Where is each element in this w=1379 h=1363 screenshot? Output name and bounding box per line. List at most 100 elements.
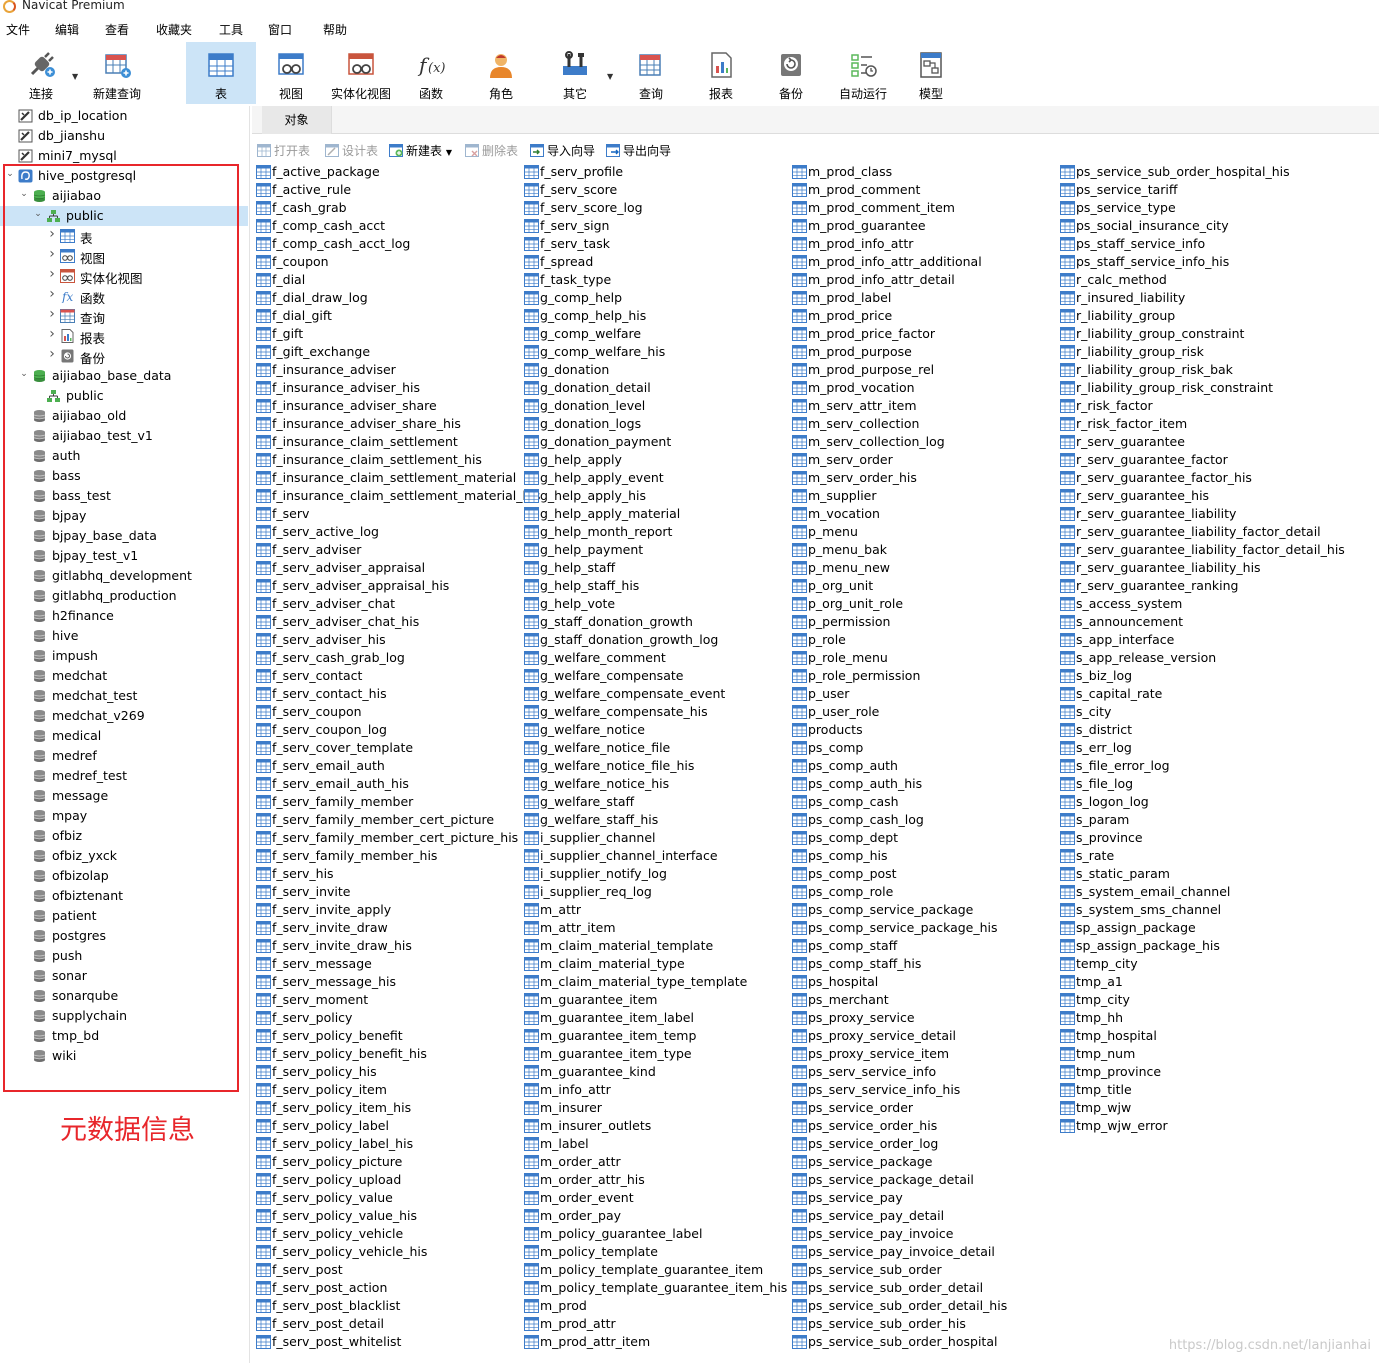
table-name: g_help_staff	[540, 560, 616, 575]
table-icon	[524, 417, 539, 431]
table-name: f_serv_policy_vehicle_his	[272, 1244, 428, 1259]
table-name: ps_service_package	[808, 1154, 933, 1169]
connection-icon	[18, 129, 33, 143]
report-icon	[711, 52, 732, 78]
table-name: r_insured_liability	[1076, 290, 1186, 305]
menu-edit[interactable]: 编辑	[55, 21, 79, 38]
table-icon	[256, 633, 271, 647]
table-name: r_serv_guarantee_liability_factor_detail	[1076, 524, 1321, 539]
tree-item-db_jianshu[interactable]: db_jianshu	[0, 126, 248, 146]
tree-item-label: mini7_mysql	[38, 148, 117, 163]
table-icon	[1060, 273, 1075, 287]
toolbar-function-button[interactable]: f (x) 函数	[402, 42, 460, 104]
menu-favorites[interactable]: 收藏夹	[156, 21, 192, 38]
table-icon	[524, 273, 539, 287]
navicat-logo-icon	[3, 0, 16, 13]
toolbar-table-button[interactable]: 表	[186, 42, 256, 104]
table-name: f_gift_exchange	[272, 344, 371, 359]
table-icon	[256, 471, 271, 485]
table-icon	[256, 219, 271, 233]
table-icon	[792, 561, 807, 575]
table-icon	[256, 957, 271, 971]
tree-item-db_ip_location[interactable]: db_ip_location	[0, 106, 248, 126]
tree-item-mini7_mysql[interactable]: mini7_mysql	[0, 146, 248, 166]
connect-dropdown-arrow-icon[interactable]: ▼	[72, 72, 78, 81]
new-table-label: 新建表	[406, 144, 443, 158]
toolbar-backup-button[interactable]: 备份	[762, 42, 820, 104]
table-name: i_supplier_notify_log	[540, 866, 667, 881]
menu-view[interactable]: 查看	[105, 21, 129, 38]
table-icon	[256, 1083, 271, 1097]
menu-file[interactable]: 文件	[6, 21, 30, 38]
new-query-icon	[105, 54, 131, 78]
table-name: f_serv_adviser_chat	[272, 596, 396, 611]
table-icon	[524, 1191, 539, 1205]
design-table-button[interactable]: 设计表	[325, 142, 378, 159]
table-icon	[792, 597, 807, 611]
others-dropdown-arrow-icon[interactable]: ▼	[607, 72, 613, 81]
table-icon	[256, 543, 271, 557]
toolbar-connect-button[interactable]: 连接	[12, 42, 70, 104]
table-name: m_prod_attr	[540, 1316, 616, 1331]
menu-window[interactable]: 窗口	[268, 21, 292, 38]
table-name: f_serv_his	[272, 866, 334, 881]
table-icon	[792, 399, 807, 413]
toolbar-role-button[interactable]: 角色	[472, 42, 530, 104]
table-icon	[792, 1137, 807, 1151]
table-name: m_prod_info_attr_additional	[808, 254, 982, 269]
toolbar-view-button[interactable]: 视图	[262, 42, 320, 104]
table-icon	[1060, 543, 1075, 557]
toolbar-query-button[interactable]: 查询	[622, 42, 680, 104]
table-icon	[256, 669, 271, 683]
table-icon	[524, 597, 539, 611]
table-name: f_serv_contact	[272, 668, 363, 683]
table-name: f_insurance_adviser_his	[272, 380, 420, 395]
table-icon	[524, 1101, 539, 1115]
table-name: f_serv_invite_apply	[272, 902, 392, 917]
tab-objects[interactable]: 对象	[262, 106, 332, 134]
table-icon	[524, 741, 539, 755]
table-icon	[792, 795, 807, 809]
table-name: p_menu_bak	[808, 542, 887, 557]
open-table-button[interactable]: 打开表	[257, 142, 310, 159]
table-icon	[256, 165, 271, 179]
table-icon	[256, 561, 271, 575]
automation-icon	[851, 54, 877, 77]
toolbar-new-query-button[interactable]: 新建查询	[88, 42, 146, 104]
table-name: r_serv_guarantee_liability_his	[1076, 560, 1261, 575]
new-table-button[interactable]: 新建表 ▼	[389, 142, 452, 159]
toolbar-model-button[interactable]: 模型	[902, 42, 960, 104]
menu-help[interactable]: 帮助	[323, 21, 347, 38]
table-icon	[1060, 687, 1075, 701]
tree-item-label: db_jianshu	[38, 128, 106, 143]
toolbar-automation-label: 自动运行	[838, 87, 887, 101]
table-name: m_serv_collection	[808, 416, 920, 431]
toolbar-table-label: 表	[214, 87, 227, 101]
table-name: r_risk_factor_item	[1076, 416, 1188, 431]
table-icon	[256, 1317, 271, 1331]
new-table-icon	[389, 144, 403, 157]
tree-item-label: db_ip_location	[38, 108, 128, 123]
delete-table-button[interactable]: 删除表	[465, 142, 518, 159]
table-icon	[792, 1299, 807, 1313]
menu-tools[interactable]: 工具	[219, 21, 243, 38]
toolbar-others-button[interactable]: 其它	[546, 42, 604, 104]
table-name: m_policy_template_guarantee_item_his	[540, 1280, 788, 1295]
table-name: ps_serv_service_info_his	[808, 1082, 961, 1097]
import-wizard-button[interactable]: 导入向导	[530, 142, 595, 159]
table-icon	[256, 1065, 271, 1079]
toolbar-function-label: 函数	[418, 87, 443, 101]
table-name: m_claim_material_type_template	[540, 974, 748, 989]
export-wizard-button[interactable]: 导出向导	[606, 142, 671, 159]
table-name: f_serv_post_whitelist	[272, 1334, 402, 1349]
toolbar-materialized-view-button[interactable]: 实体化视图	[326, 42, 396, 104]
table-name: ps_service_pay_invoice	[808, 1226, 954, 1241]
table-icon	[1060, 525, 1075, 539]
table-name: p_user	[808, 686, 850, 701]
toolbar-report-button[interactable]: 报表	[692, 42, 750, 104]
table-icon	[256, 237, 271, 251]
table-icon	[256, 867, 271, 881]
toolbar-automation-button[interactable]: 自动运行	[832, 42, 894, 104]
function-icon: f (x)	[417, 53, 445, 77]
toolbar-backup-label: 备份	[778, 87, 803, 101]
